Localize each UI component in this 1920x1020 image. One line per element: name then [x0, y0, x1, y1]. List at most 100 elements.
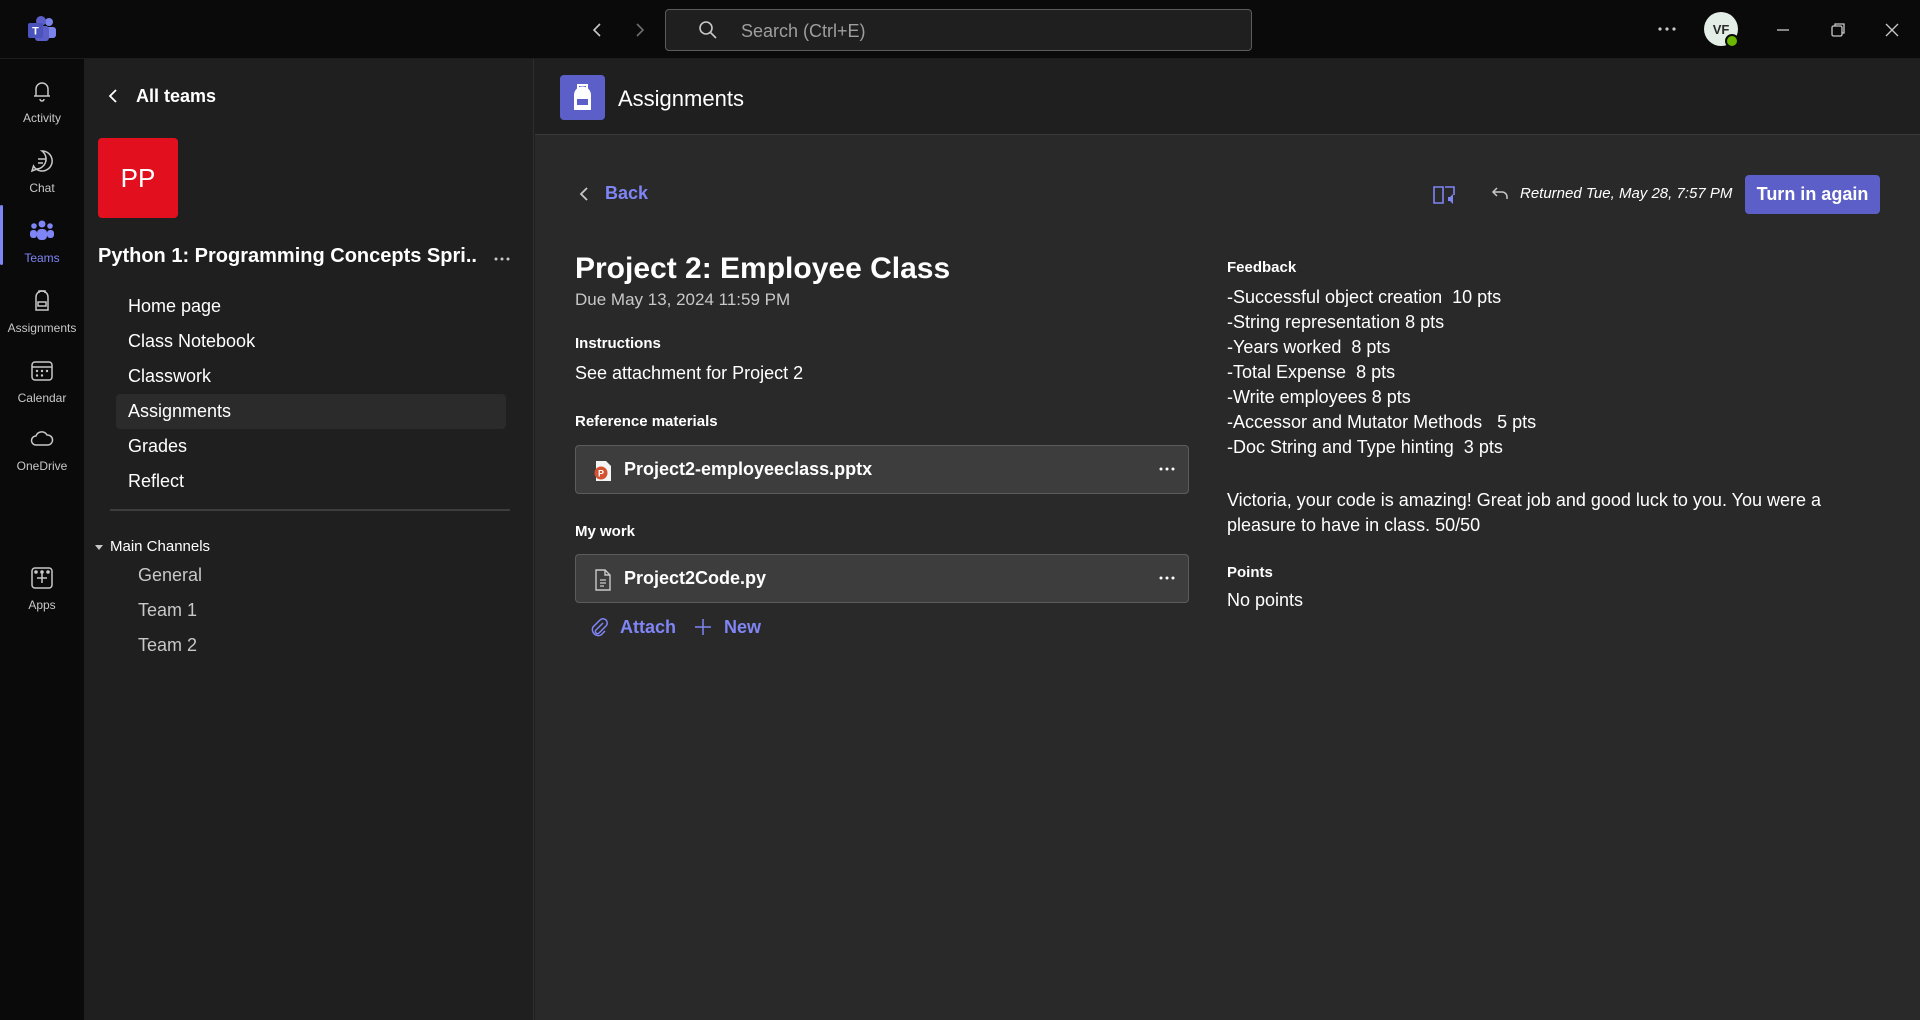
channels-group-header[interactable]: Main Channels	[94, 538, 210, 555]
file-more-options-icon[interactable]	[1156, 567, 1178, 589]
feedback-line: -Total Expense 8 pts	[1227, 362, 1396, 382]
rail-label: Assignments	[7, 321, 77, 335]
my-work-file-name: Project2Code.py	[624, 568, 767, 588]
minimize-icon[interactable]	[1769, 16, 1797, 44]
teams-window: T Search (Ctrl+E) VF Activity Chat Teams…	[0, 0, 1920, 1020]
feedback-label: Feedback	[1227, 259, 1297, 276]
rail-item-assignments[interactable]: Assignments	[0, 277, 84, 345]
search-input[interactable]: Search (Ctrl+E)	[665, 9, 1252, 51]
my-work-file-card[interactable]: Project2Code.py	[575, 554, 1189, 603]
search-placeholder: Search (Ctrl+E)	[741, 21, 866, 41]
search-icon	[699, 21, 717, 39]
instructions-label: Instructions	[575, 335, 661, 352]
due-date: Due May 13, 2024 11:59 PM	[575, 290, 791, 309]
rail-label: OneDrive	[16, 459, 68, 473]
points-value: No points	[1227, 590, 1304, 610]
add-app-icon	[31, 567, 53, 589]
assignment-title: Project 2: Employee Class	[575, 252, 951, 285]
nav-class-notebook[interactable]: Class Notebook	[116, 324, 506, 359]
rail-item-onedrive[interactable]: OneDrive	[0, 415, 84, 483]
channel-team-1[interactable]: Team 1	[138, 600, 197, 621]
app-rail: Activity Chat Teams Assignments Calendar…	[0, 59, 84, 1020]
svg-text:T: T	[32, 26, 39, 38]
close-icon[interactable]	[1878, 16, 1906, 44]
all-teams-link[interactable]: All teams	[104, 81, 216, 111]
my-work-label: My work	[575, 523, 636, 540]
history-forward-button[interactable]	[625, 16, 653, 44]
rail-label: Calendar	[17, 391, 67, 405]
feedback-line: -Doc String and Type hinting 3 pts	[1227, 437, 1503, 457]
cloud-icon	[30, 431, 54, 446]
more-options-icon[interactable]	[1652, 17, 1682, 41]
chevron-left-icon	[108, 89, 117, 103]
team-nav-list: Home page Class Notebook Classwork Assig…	[116, 289, 506, 499]
returned-status: Returned Tue, May 28, 7:57 PM	[1490, 183, 1732, 203]
all-teams-label: All teams	[136, 85, 217, 106]
teams-icon	[30, 220, 54, 240]
channels-group-label: Main Channels	[110, 538, 211, 555]
nav-home-page[interactable]: Home page	[116, 289, 506, 324]
back-button[interactable]: Back	[575, 183, 648, 204]
bell-icon	[34, 82, 50, 102]
rail-label: Activity	[22, 111, 61, 125]
channel-team-2[interactable]: Team 2	[138, 635, 197, 656]
feedback-line: -String representation 8 pts	[1227, 312, 1445, 332]
nav-grades[interactable]: Grades	[116, 429, 506, 464]
new-button[interactable]: New	[692, 616, 761, 638]
rail-item-teams[interactable]: Teams	[0, 207, 84, 275]
team-avatar: PP	[98, 138, 178, 218]
rail-item-apps[interactable]: Apps	[0, 554, 84, 622]
back-label: Back	[605, 183, 649, 203]
caret-down-icon	[95, 544, 103, 550]
file-more-options-icon[interactable]	[1156, 458, 1178, 480]
chevron-right-icon	[636, 23, 645, 37]
immersive-reader-icon[interactable]	[1432, 183, 1458, 207]
powerpoint-file-icon: P	[594, 461, 611, 481]
feedback-line: -Accessor and Mutator Methods 5 pts	[1227, 412, 1537, 432]
rail-item-calendar[interactable]: Calendar	[0, 347, 84, 415]
team-name: Python 1: Programming Concepts Spri...	[98, 245, 478, 267]
turn-in-again-button[interactable]: Turn in again	[1745, 175, 1880, 214]
rail-item-activity[interactable]: Activity	[0, 67, 84, 135]
plus-icon	[695, 619, 711, 635]
reference-file-name: Project2-employeeclass.pptx	[624, 459, 873, 479]
returned-text: Returned Tue, May 28, 7:57 PM	[1520, 184, 1733, 202]
instructions-text: See attachment for Project 2	[575, 363, 804, 383]
calendar-icon	[31, 361, 53, 381]
presence-available-icon	[1725, 34, 1739, 48]
page-title: Assignments	[618, 86, 744, 111]
history-back-button[interactable]	[584, 16, 612, 44]
nav-classwork[interactable]: Classwork	[116, 359, 506, 394]
reference-file-card[interactable]: P Project2-employeeclass.pptx	[575, 445, 1189, 494]
rail-label: Teams	[24, 251, 60, 265]
restore-icon[interactable]	[1824, 16, 1852, 44]
channel-general[interactable]: General	[138, 565, 202, 586]
feedback-line: -Successful object creation 10 pts	[1227, 287, 1502, 307]
chevron-left-icon	[592, 23, 601, 37]
nav-assignments[interactable]: Assignments	[116, 394, 506, 429]
points-label: Points	[1227, 564, 1273, 581]
nav-reflect[interactable]: Reflect	[116, 464, 506, 499]
backpack-icon	[35, 290, 49, 311]
feedback-line: -Years worked 8 pts	[1227, 337, 1391, 357]
assignments-app-icon	[560, 75, 605, 120]
attach-label: Attach	[620, 616, 677, 637]
feedback-line: -Write employees 8 pts	[1227, 387, 1411, 407]
team-panel: All teams PP Python 1: Programming Conce…	[84, 59, 534, 1020]
svg-text:P: P	[598, 469, 604, 479]
panel-divider	[110, 509, 510, 511]
return-arrow-icon	[1491, 187, 1508, 199]
feedback-message: Victoria, your code is amazing! Great jo…	[1227, 490, 1822, 535]
code-file-icon	[595, 569, 611, 591]
teams-logo-icon: T	[28, 16, 56, 41]
team-more-options-icon[interactable]	[490, 247, 514, 271]
title-bar: T Search (Ctrl+E) VF	[0, 0, 1920, 59]
rail-label: Chat	[29, 181, 55, 195]
main-header: Assignments	[535, 59, 1920, 135]
attach-button[interactable]: Attach	[588, 616, 676, 638]
reference-materials-label: Reference materials	[575, 413, 718, 430]
chevron-left-icon	[579, 186, 588, 201]
assignment-view: Assignments Back Returned Tue, May 28, 7…	[535, 59, 1920, 1020]
rail-item-chat[interactable]: Chat	[0, 137, 84, 205]
paperclip-icon	[591, 618, 608, 637]
